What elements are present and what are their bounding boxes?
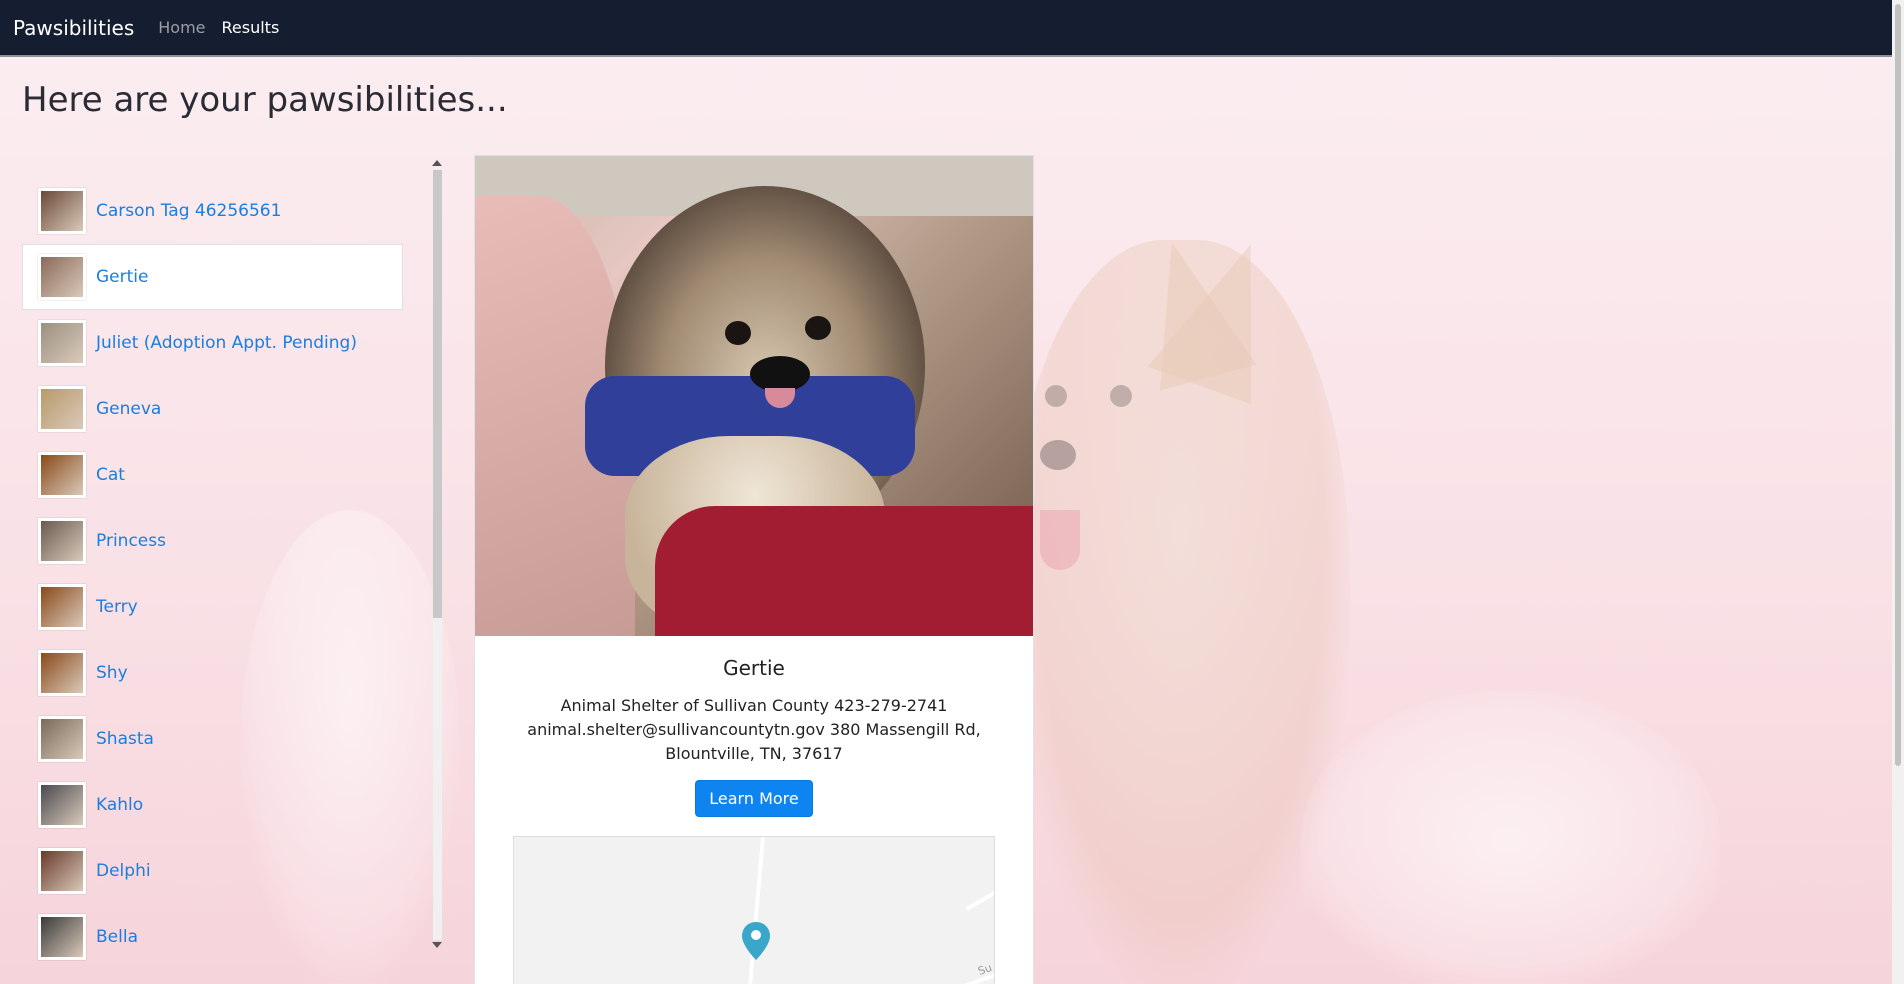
pet-thumbnail (38, 716, 86, 762)
background-corgi-nose (1040, 440, 1076, 470)
pet-thumbnail-image (41, 191, 83, 231)
pet-thumbnail-image (41, 587, 83, 627)
pet-name-link[interactable]: Shy (96, 663, 128, 683)
pet-name-link[interactable]: Shasta (96, 729, 154, 749)
pet-thumbnail-image (41, 389, 83, 429)
pet-photo (475, 156, 1033, 636)
pet-list-item[interactable]: Bella (22, 904, 403, 970)
pet-name-link[interactable]: Princess (96, 531, 166, 551)
pet-name-link[interactable]: Terry (96, 597, 138, 617)
map-road (747, 837, 765, 984)
scroll-down-arrow-icon[interactable] (432, 942, 442, 948)
pet-name-link[interactable]: Gertie (96, 267, 148, 287)
pet-list-scrollbar[interactable] (430, 158, 442, 954)
pet-list-item[interactable]: Gertie (22, 244, 403, 310)
scroll-up-arrow-icon[interactable] (432, 160, 442, 166)
background-corgi-ear (1123, 229, 1257, 391)
pet-list-panel: Carson Tag 46256561 Gertie Juliet (Adoptio… (22, 158, 442, 984)
pet-thumbnail (38, 650, 86, 696)
pet-thumbnail-image (41, 455, 83, 495)
pet-thumbnail (38, 518, 86, 564)
map-pin-icon[interactable] (742, 922, 770, 960)
pet-thumbnail-image (41, 257, 83, 297)
location-map[interactable]: Su (513, 836, 995, 984)
background-corgi (1010, 240, 1350, 984)
pet-list-item[interactable]: Kahlo (22, 772, 403, 838)
pet-list: Carson Tag 46256561 Gertie Juliet (Adoptio… (22, 178, 403, 970)
pet-name-link[interactable]: Bella (96, 927, 138, 947)
pet-name-heading: Gertie (723, 656, 785, 680)
pet-list-item[interactable]: Delphi (22, 838, 403, 904)
nav-home-link[interactable]: Home (158, 18, 205, 37)
background-corgi-tongue (1040, 510, 1080, 570)
pet-thumbnail (38, 254, 86, 300)
learn-more-button[interactable]: Learn More (695, 780, 813, 817)
shelter-contact-info: Animal Shelter of Sullivan County 423-27… (527, 696, 981, 763)
pet-thumbnail-image (41, 851, 83, 891)
pet-name-link[interactable]: Kahlo (96, 795, 143, 815)
pet-thumbnail (38, 452, 86, 498)
map-road (965, 887, 994, 911)
pet-detail-card: Gertie Animal Shelter of Sullivan County… (474, 155, 1034, 984)
pet-name-link[interactable]: Geneva (96, 399, 161, 419)
pet-name-link[interactable]: Carson Tag 46256561 (96, 201, 281, 221)
nav-results-link[interactable]: Results (222, 18, 280, 37)
pet-list-item[interactable]: Cat (22, 442, 403, 508)
pet-thumbnail (38, 848, 86, 894)
pet-list-item[interactable]: Shy (22, 640, 403, 706)
pet-list-item[interactable]: Geneva (22, 376, 403, 442)
pet-thumbnail-image (41, 521, 83, 561)
pet-name-link[interactable]: Delphi (96, 861, 151, 881)
pet-thumbnail (38, 914, 86, 960)
pet-thumbnail-image (41, 323, 83, 363)
pet-list-scrollbar-thumb[interactable] (433, 170, 442, 618)
pet-list-item[interactable]: Shasta (22, 706, 403, 772)
pet-list-item[interactable]: Princess (22, 508, 403, 574)
page-scrollbar[interactable] (1892, 0, 1904, 984)
background-corgi-eye (1110, 385, 1132, 407)
page-scrollbar-thumb[interactable] (1895, 4, 1901, 766)
pet-thumbnail-image (41, 785, 83, 825)
pet-thumbnail (38, 386, 86, 432)
background-corgi-ear (1147, 225, 1303, 405)
pet-thumbnail-image (41, 917, 83, 957)
pet-thumbnail (38, 320, 86, 366)
pet-thumbnail (38, 584, 86, 630)
pet-list-item[interactable]: Juliet (Adoption Appt. Pending) (22, 310, 403, 376)
navbar: Pawsibilities Home Results (0, 0, 1892, 57)
pet-name-link[interactable]: Cat (96, 465, 125, 485)
pet-list-item[interactable]: Carson Tag 46256561 (22, 178, 403, 244)
pet-thumbnail-image (41, 719, 83, 759)
pet-thumbnail-image (41, 653, 83, 693)
pet-name-link[interactable]: Juliet (Adoption Appt. Pending) (96, 333, 357, 353)
brand-link[interactable]: Pawsibilities (13, 16, 134, 40)
pet-thumbnail (38, 188, 86, 234)
page-title: Here are your pawsibilities... (22, 80, 508, 120)
background-corgi-eye (1045, 385, 1067, 407)
pet-thumbnail (38, 782, 86, 828)
background-cat-right (1300, 690, 1720, 984)
card-body: Gertie Animal Shelter of Sullivan County… (475, 636, 1033, 817)
pet-list-item[interactable]: Terry (22, 574, 403, 640)
